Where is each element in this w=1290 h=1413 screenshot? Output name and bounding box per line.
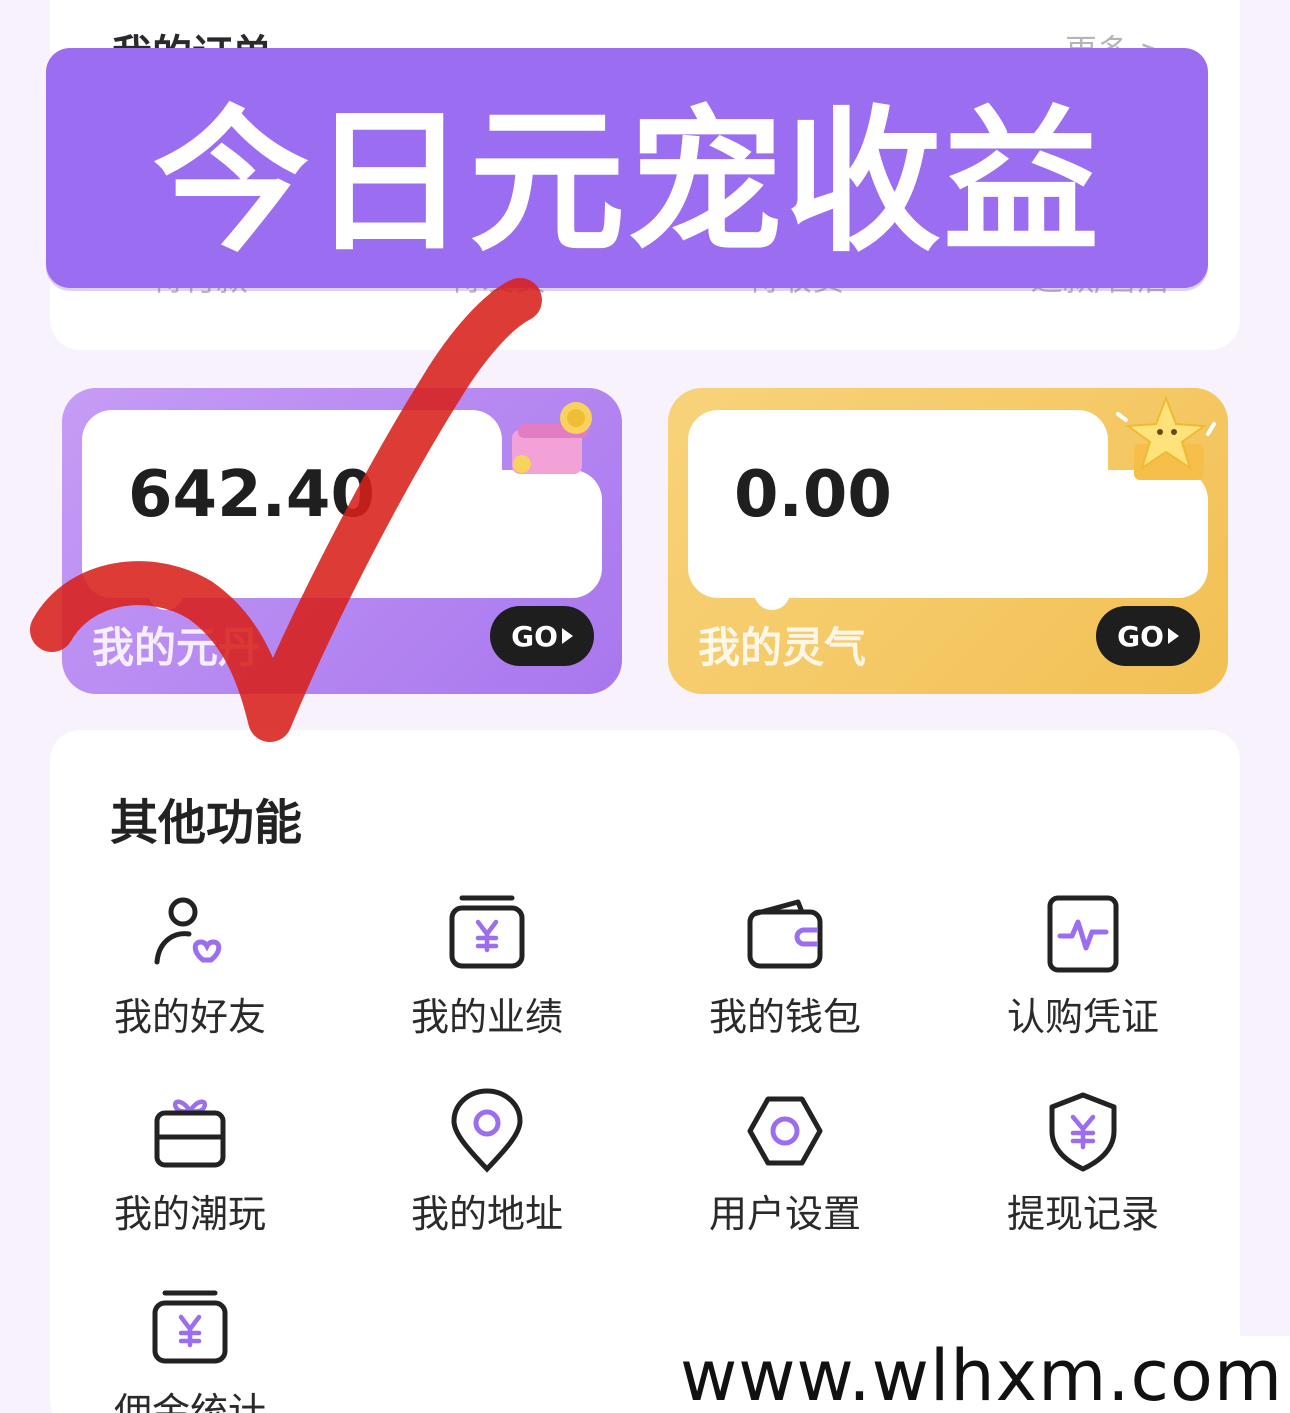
function-label: 用户设置 xyxy=(708,1192,861,1236)
yuandan-label: 我的元丹 xyxy=(92,623,261,672)
yuandan-go-button[interactable]: GO xyxy=(490,606,594,666)
play-arrow-icon xyxy=(1167,628,1179,644)
pulse-certificate-icon xyxy=(1047,895,1119,973)
function-label: 我的地址 xyxy=(410,1192,563,1236)
balance-card-lingqi[interactable]: 0.00 我的灵气 GO xyxy=(668,388,1228,694)
function-user-settings[interactable]: 用户设置 xyxy=(670,1087,900,1238)
function-label: 我的潮玩 xyxy=(113,1192,266,1236)
balance-panel-notch xyxy=(754,586,790,610)
function-my-performance[interactable]: 我的业绩 xyxy=(372,890,602,1041)
function-subscription-voucher[interactable]: 认购凭证 xyxy=(968,890,1198,1041)
yuan-box-icon xyxy=(449,895,525,969)
function-my-address[interactable]: 我的地址 xyxy=(372,1087,602,1238)
lingqi-go-button[interactable]: GO xyxy=(1096,606,1200,666)
wallet-icon xyxy=(747,899,823,969)
yuan-shield-icon xyxy=(1049,1092,1117,1172)
function-my-friends[interactable]: 我的好友 xyxy=(75,890,305,1041)
go-label: GO xyxy=(1117,619,1164,653)
balance-panel-notch xyxy=(148,586,184,610)
site-watermark: www.wlhxm.com xyxy=(670,1336,1290,1413)
gift-box-icon xyxy=(154,1099,226,1168)
location-pin-icon xyxy=(451,1088,523,1173)
function-withdraw-records[interactable]: 提现记录 xyxy=(968,1087,1198,1238)
balance-card-yuandan[interactable]: 642.40 我的元丹 GO xyxy=(62,388,622,694)
other-functions-title: 其他功能 xyxy=(110,795,303,851)
settings-hexagon-icon xyxy=(747,1096,823,1166)
function-label: 提现记录 xyxy=(1006,1192,1159,1236)
go-label: GO xyxy=(511,619,558,653)
function-label: 佣金统计 xyxy=(113,1390,266,1413)
function-label: 认购凭证 xyxy=(1006,995,1159,1039)
function-label: 我的业绩 xyxy=(410,995,563,1039)
function-my-wallet[interactable]: 我的钱包 xyxy=(670,890,900,1041)
function-my-toys[interactable]: 我的潮玩 xyxy=(75,1087,305,1238)
function-label: 我的好友 xyxy=(113,995,266,1039)
lingqi-label: 我的灵气 xyxy=(698,623,867,672)
star-box-icon xyxy=(1116,395,1216,480)
play-arrow-icon xyxy=(561,628,573,644)
yuandan-value: 642.40 xyxy=(128,458,375,532)
function-label: 我的钱包 xyxy=(708,995,861,1039)
lingqi-value: 0.00 xyxy=(734,458,892,532)
function-commission-stats[interactable]: 佣金统计 xyxy=(75,1285,305,1413)
coin-box-icon xyxy=(512,402,592,474)
earnings-banner-text: 今日元宠收益 xyxy=(153,91,1101,273)
yuan-box-icon xyxy=(152,1290,228,1364)
friend-heart-icon xyxy=(154,897,222,965)
